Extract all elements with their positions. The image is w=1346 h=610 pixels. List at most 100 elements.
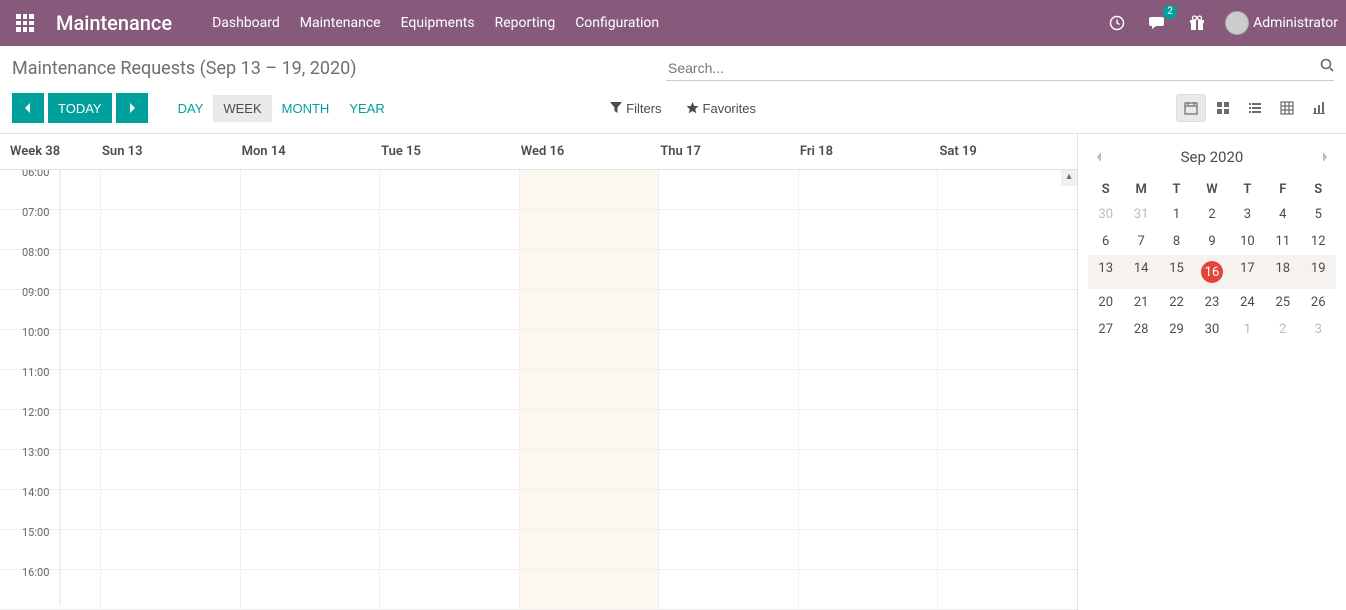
calendar-cell[interactable]: [240, 530, 380, 569]
calendar-cell[interactable]: [379, 250, 519, 289]
calendar-cell[interactable]: [100, 330, 240, 369]
view-list-button[interactable]: [1240, 94, 1270, 122]
nav-item-equipments[interactable]: Equipments: [401, 15, 475, 31]
calendar-cell[interactable]: [240, 170, 380, 209]
nav-item-configuration[interactable]: Configuration: [575, 15, 659, 31]
mini-day[interactable]: 15: [1159, 255, 1194, 289]
scale-week-button[interactable]: WEEK: [213, 95, 271, 122]
calendar-cell[interactable]: [519, 370, 659, 409]
mini-day[interactable]: 6: [1088, 228, 1123, 255]
calendar-cell[interactable]: [658, 490, 798, 529]
calendar-cell[interactable]: [379, 450, 519, 489]
calendar-cell[interactable]: [798, 210, 938, 249]
mini-day[interactable]: 16: [1194, 255, 1229, 289]
calendar-cell[interactable]: [798, 290, 938, 329]
calendar-cell[interactable]: [519, 490, 659, 529]
filters-button[interactable]: Filters: [610, 101, 661, 116]
calendar-cell[interactable]: [100, 450, 240, 489]
calendar-cell[interactable]: [100, 250, 240, 289]
calendar-cell[interactable]: [379, 570, 519, 609]
calendar-cell[interactable]: [519, 250, 659, 289]
mini-day[interactable]: 3: [1301, 316, 1336, 343]
scale-day-button[interactable]: DAY: [168, 95, 214, 122]
calendar-cell[interactable]: [937, 290, 1077, 329]
calendar-cell[interactable]: [937, 410, 1077, 449]
calendar-cell[interactable]: [937, 570, 1077, 609]
calendar-cell[interactable]: [379, 170, 519, 209]
mini-day[interactable]: 14: [1123, 255, 1158, 289]
calendar-cell[interactable]: [937, 250, 1077, 289]
view-kanban-button[interactable]: [1208, 94, 1238, 122]
view-pivot-button[interactable]: [1272, 94, 1302, 122]
calendar-cell[interactable]: [519, 570, 659, 609]
calendar-cell[interactable]: [798, 490, 938, 529]
mini-day[interactable]: 4: [1265, 201, 1300, 228]
mini-prev-month[interactable]: [1088, 146, 1110, 168]
calendar-cell[interactable]: [240, 490, 380, 529]
calendar-cell[interactable]: [240, 370, 380, 409]
mini-day[interactable]: 27: [1088, 316, 1123, 343]
calendar-cell[interactable]: [798, 170, 938, 209]
calendar-cell[interactable]: [379, 290, 519, 329]
calendar-cell[interactable]: [937, 210, 1077, 249]
calendar-cell[interactable]: [100, 490, 240, 529]
calendar-cell[interactable]: [100, 170, 240, 209]
mini-day[interactable]: 19: [1301, 255, 1336, 289]
calendar-cell[interactable]: [379, 370, 519, 409]
calendar-cell[interactable]: [658, 250, 798, 289]
nav-item-dashboard[interactable]: Dashboard: [212, 15, 280, 31]
next-button[interactable]: [116, 93, 148, 123]
calendar-cell[interactable]: [240, 250, 380, 289]
mini-day[interactable]: 20: [1088, 289, 1123, 316]
calendar-cell[interactable]: [937, 530, 1077, 569]
user-menu[interactable]: Administrator: [1225, 11, 1338, 35]
calendar-cell[interactable]: [379, 410, 519, 449]
calendar-cell[interactable]: [519, 290, 659, 329]
mini-day[interactable]: 8: [1159, 228, 1194, 255]
calendar-cell[interactable]: [658, 290, 798, 329]
calendar-cell[interactable]: [100, 290, 240, 329]
calendar-cell[interactable]: [379, 490, 519, 529]
calendar-cell[interactable]: [798, 450, 938, 489]
conversations-icon[interactable]: 2: [1145, 11, 1169, 35]
mini-day[interactable]: 2: [1194, 201, 1229, 228]
mini-next-month[interactable]: [1314, 146, 1336, 168]
mini-day[interactable]: 5: [1301, 201, 1336, 228]
calendar-cell[interactable]: [519, 450, 659, 489]
calendar-cell[interactable]: [240, 210, 380, 249]
mini-day[interactable]: 18: [1265, 255, 1300, 289]
view-graph-button[interactable]: [1304, 94, 1334, 122]
mini-day[interactable]: 13: [1088, 255, 1123, 289]
clock-icon[interactable]: [1105, 11, 1129, 35]
calendar-cell[interactable]: [658, 370, 798, 409]
mini-day[interactable]: 31: [1123, 201, 1158, 228]
mini-day[interactable]: 1: [1230, 316, 1265, 343]
calendar-cell[interactable]: [379, 330, 519, 369]
calendar-cell[interactable]: [937, 330, 1077, 369]
mini-day[interactable]: 23: [1194, 289, 1229, 316]
mini-day[interactable]: 3: [1230, 201, 1265, 228]
nav-item-reporting[interactable]: Reporting: [495, 15, 556, 31]
calendar-cell[interactable]: [798, 250, 938, 289]
calendar-cell[interactable]: [937, 370, 1077, 409]
mini-day[interactable]: 28: [1123, 316, 1158, 343]
calendar-cell[interactable]: [100, 410, 240, 449]
apps-menu-icon[interactable]: [8, 6, 42, 40]
calendar-cell[interactable]: [100, 570, 240, 609]
scale-year-button[interactable]: YEAR: [339, 95, 394, 122]
calendar-cell[interactable]: [658, 170, 798, 209]
calendar-cell[interactable]: [379, 210, 519, 249]
mini-day[interactable]: 10: [1230, 228, 1265, 255]
gift-icon[interactable]: [1185, 11, 1209, 35]
mini-day[interactable]: 17: [1230, 255, 1265, 289]
calendar-cell[interactable]: [658, 210, 798, 249]
mini-day[interactable]: 2: [1265, 316, 1300, 343]
calendar-cell[interactable]: [937, 450, 1077, 489]
mini-day[interactable]: 1: [1159, 201, 1194, 228]
calendar-cell[interactable]: [519, 170, 659, 209]
calendar-cell[interactable]: [937, 170, 1077, 209]
mini-day[interactable]: 22: [1159, 289, 1194, 316]
mini-day[interactable]: 25: [1265, 289, 1300, 316]
view-calendar-button[interactable]: [1176, 94, 1206, 122]
calendar-cell[interactable]: [658, 410, 798, 449]
